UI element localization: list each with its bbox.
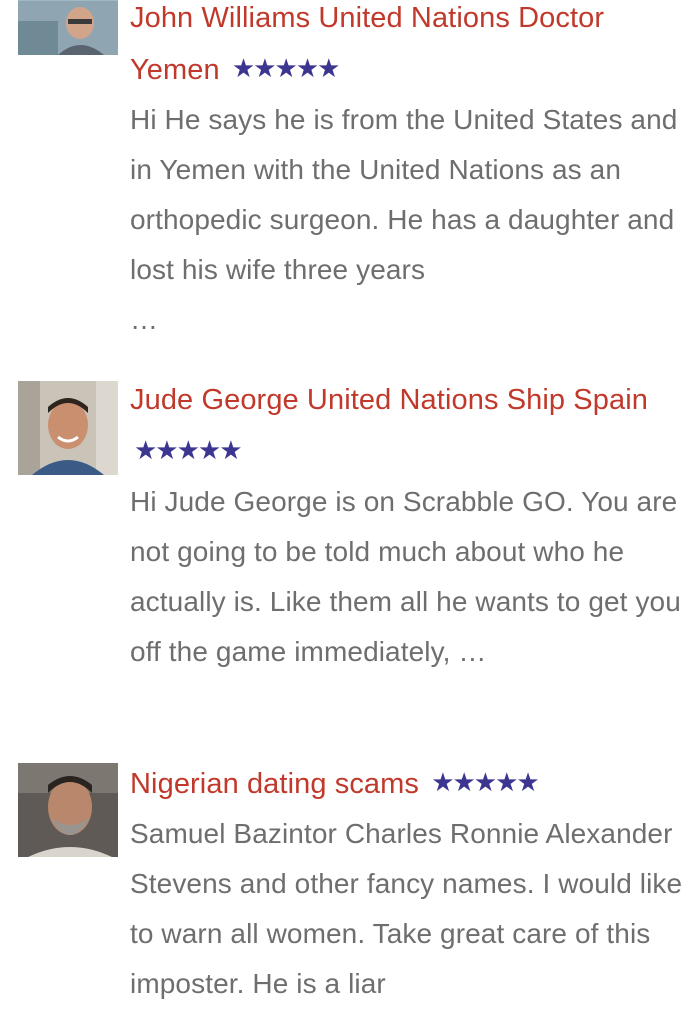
post-title-link[interactable]: Nigerian dating scams [130,768,419,800]
post-title-link[interactable]: John Williams United Nations Doctor Yeme… [130,2,604,86]
avatar [18,763,118,857]
post-excerpt-ellipsis: … [130,304,159,335]
star-rating: ★★★★★ [231,53,341,83]
post-title: Jude George United Nations Ship Spain ★★… [130,375,692,477]
post-excerpt: Hi He says he is from the United States … [130,104,678,285]
post-excerpt: Samuel Bazintor Charles Ronnie Alexander… [130,818,683,999]
post-thumbnail[interactable] [18,381,118,475]
post-title: John Williams United Nations Doctor Yeme… [130,0,692,95]
post-thumbnail[interactable] [18,763,118,857]
post-title-link[interactable]: Jude George United Nations Ship Spain [130,384,648,416]
avatar [18,0,118,55]
post-title: Nigerian dating scams ★★★★★ [130,757,692,809]
post-feed: John Williams United Nations Doctor Yeme… [0,0,692,1036]
star-rating: ★★★★★ [431,767,540,797]
post-thumbnail[interactable] [18,0,118,55]
post-excerpt: Hi Jude George is on Scrabble GO. You ar… [130,486,681,667]
star-rating: ★★★★★ [134,435,243,465]
avatar [18,381,118,475]
